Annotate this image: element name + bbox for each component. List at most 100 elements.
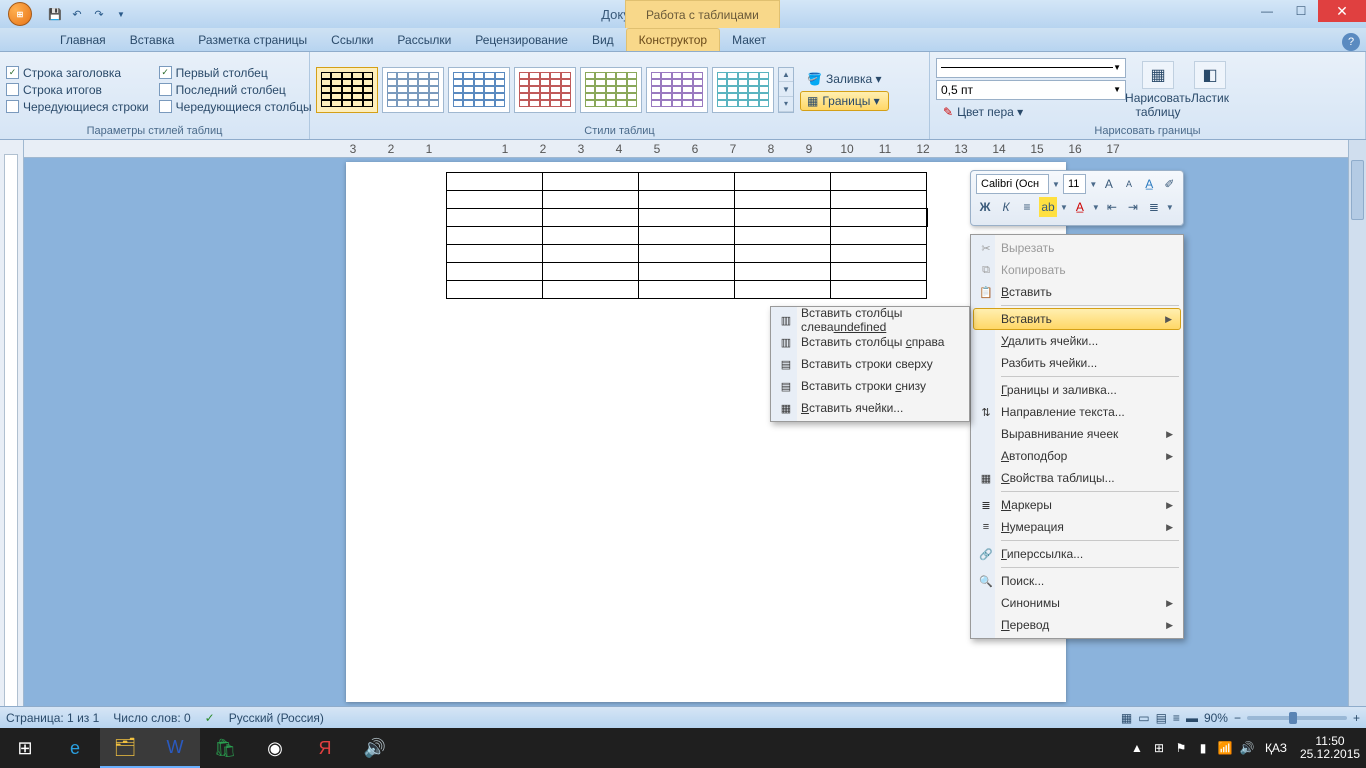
menu-item[interactable]: Выравнивание ячеек▶ [973, 423, 1181, 445]
format-painter-icon[interactable]: ✐ [1161, 174, 1178, 194]
border-width-combo[interactable]: 0,5 пт▼ [936, 80, 1126, 100]
table-style-option[interactable]: Чередующиеся строки [6, 100, 149, 114]
menu-item[interactable]: ≡Нумерация▶ [973, 516, 1181, 538]
menu-item[interactable]: Разбить ячейки... [973, 352, 1181, 374]
font-combo[interactable]: Calibri (Осн [976, 174, 1049, 194]
tab-references[interactable]: Ссылки [319, 29, 385, 51]
taskbar-explorer[interactable]: 🗂 [100, 728, 150, 768]
view-web-icon[interactable]: ▤ [1156, 711, 1167, 725]
tray-volume-icon[interactable]: 🔊 [1236, 741, 1258, 755]
tray-network-icon[interactable]: 📶 [1214, 741, 1236, 755]
grow-font-icon[interactable]: A [1100, 174, 1117, 194]
redo-icon[interactable]: ↷ [90, 5, 108, 23]
menu-item[interactable]: ▦Вставить ячейки... [773, 397, 967, 419]
gallery-more-button[interactable]: ▲▼▾ [778, 67, 794, 113]
pen-color-button[interactable]: ✎Цвет пера ▾ [936, 102, 1126, 122]
style-thumb[interactable] [712, 67, 774, 113]
borders-button[interactable]: ▦Границы ▾ [800, 91, 889, 111]
office-button[interactable]: ⊞ [0, 0, 40, 28]
word-count[interactable]: Число слов: 0 [113, 711, 190, 725]
save-icon[interactable]: 💾 [46, 5, 64, 23]
undo-icon[interactable]: ↶ [68, 5, 86, 23]
view-read-icon[interactable]: ▭ [1138, 711, 1149, 725]
taskbar-store[interactable]: 🛍 [200, 728, 250, 768]
style-thumb[interactable] [646, 67, 708, 113]
tray-battery-icon[interactable]: ▮ [1192, 741, 1214, 755]
page[interactable] [346, 162, 1066, 702]
menu-item[interactable]: 🔍Поиск... [973, 570, 1181, 592]
eraser-button[interactable]: ◧Ластик [1186, 61, 1234, 119]
tab-home[interactable]: Главная [48, 29, 118, 51]
tab-view[interactable]: Вид [580, 29, 626, 51]
shading-button[interactable]: 🪣Заливка ▾ [800, 69, 889, 89]
close-button[interactable]: ✕ [1318, 0, 1366, 22]
style-thumb[interactable] [382, 67, 444, 113]
bold-icon[interactable]: Ж [976, 197, 994, 217]
tab-insert[interactable]: Вставка [118, 29, 187, 51]
table-style-option[interactable]: Последний столбец [159, 83, 312, 97]
tray-flag-icon[interactable]: ⚑ [1170, 741, 1192, 755]
style-thumb[interactable] [448, 67, 510, 113]
tray-up-icon[interactable]: ▲ [1126, 741, 1148, 755]
view-outline-icon[interactable]: ≡ [1173, 711, 1180, 725]
clock[interactable]: 11:5025.12.2015 [1294, 735, 1366, 761]
view-print-layout-icon[interactable]: ▦ [1121, 711, 1132, 725]
font-color-icon[interactable]: A̲ [1071, 197, 1089, 217]
zoom-out-button[interactable]: − [1234, 711, 1241, 725]
spell-check-icon[interactable]: ✓ [205, 711, 215, 725]
taskbar-yandex[interactable]: Я [300, 728, 350, 768]
menu-item[interactable]: Границы и заливка... [973, 379, 1181, 401]
maximize-button[interactable]: ☐ [1284, 0, 1318, 22]
menu-item[interactable]: ▦Свойства таблицы... [973, 467, 1181, 489]
menu-item[interactable]: Синонимы▶ [973, 592, 1181, 614]
qat-more-icon[interactable]: ▼ [112, 5, 130, 23]
tab-design[interactable]: Конструктор [626, 28, 720, 51]
taskbar-chrome[interactable]: ◉ [250, 728, 300, 768]
vertical-scrollbar[interactable] [1348, 140, 1366, 716]
bullets-icon[interactable]: ≣ [1145, 197, 1163, 217]
table-style-option[interactable]: Чередующиеся столбцы [159, 100, 312, 114]
style-thumb[interactable] [580, 67, 642, 113]
style-thumb[interactable] [514, 67, 576, 113]
language-indicator[interactable]: Русский (Россия) [229, 711, 324, 725]
tab-mailings[interactable]: Рассылки [385, 29, 463, 51]
taskbar-sound[interactable]: 🔊 [350, 728, 400, 768]
view-draft-icon[interactable]: ▬ [1186, 711, 1198, 725]
table-style-option[interactable]: ✓Первый столбец [159, 66, 312, 80]
tab-layout[interactable]: Макет [720, 29, 778, 51]
increase-indent-icon[interactable]: ⇥ [1124, 197, 1142, 217]
menu-item[interactable]: ▤Вставить строки сверху [773, 353, 967, 375]
zoom-level[interactable]: 90% [1204, 711, 1228, 725]
horizontal-ruler[interactable]: 3211234567891011121314151617 [24, 140, 1366, 158]
menu-item[interactable]: 🔗Гиперссылка... [973, 543, 1181, 565]
menu-item[interactable]: Вставить▶ [973, 308, 1181, 330]
styles-icon[interactable]: A̲ [1141, 174, 1158, 194]
table-style-option[interactable]: ✓Строка заголовка [6, 66, 149, 80]
language-indicator[interactable]: ҚАЗ [1258, 741, 1294, 755]
border-style-combo[interactable]: ▼ [936, 58, 1126, 78]
decrease-indent-icon[interactable]: ⇤ [1103, 197, 1121, 217]
taskbar-word[interactable]: W [150, 728, 200, 768]
menu-item[interactable]: ▥Вставить столбцы справа [773, 331, 967, 353]
table-styles-gallery[interactable]: ▲▼▾ [316, 67, 794, 113]
table-style-option[interactable]: Строка итогов [6, 83, 149, 97]
zoom-in-button[interactable]: + [1353, 711, 1360, 725]
taskbar-ie[interactable]: e [50, 728, 100, 768]
start-button[interactable]: ⊞ [0, 728, 50, 768]
highlight-icon[interactable]: ab [1039, 197, 1057, 217]
font-size-combo[interactable]: 11 [1063, 174, 1086, 194]
align-center-icon[interactable]: ≡ [1018, 197, 1036, 217]
document-table[interactable] [446, 172, 928, 299]
menu-item[interactable]: Автоподбор▶ [973, 445, 1181, 467]
tab-review[interactable]: Рецензирование [463, 29, 580, 51]
tray-icon[interactable]: ⊞ [1148, 741, 1170, 755]
italic-icon[interactable]: К [997, 197, 1015, 217]
menu-item[interactable]: ▥Вставить столбцы слеваundefined [773, 309, 967, 331]
help-button[interactable]: ? [1342, 33, 1360, 51]
menu-item[interactable]: Удалить ячейки... [973, 330, 1181, 352]
menu-item[interactable]: ⇅Направление текста... [973, 401, 1181, 423]
menu-item[interactable]: 📋Вставить [973, 281, 1181, 303]
draw-table-button[interactable]: ▦Нарисовать таблицу [1134, 61, 1182, 119]
menu-item[interactable]: ▤Вставить строки снизу [773, 375, 967, 397]
page-indicator[interactable]: Страница: 1 из 1 [6, 711, 99, 725]
